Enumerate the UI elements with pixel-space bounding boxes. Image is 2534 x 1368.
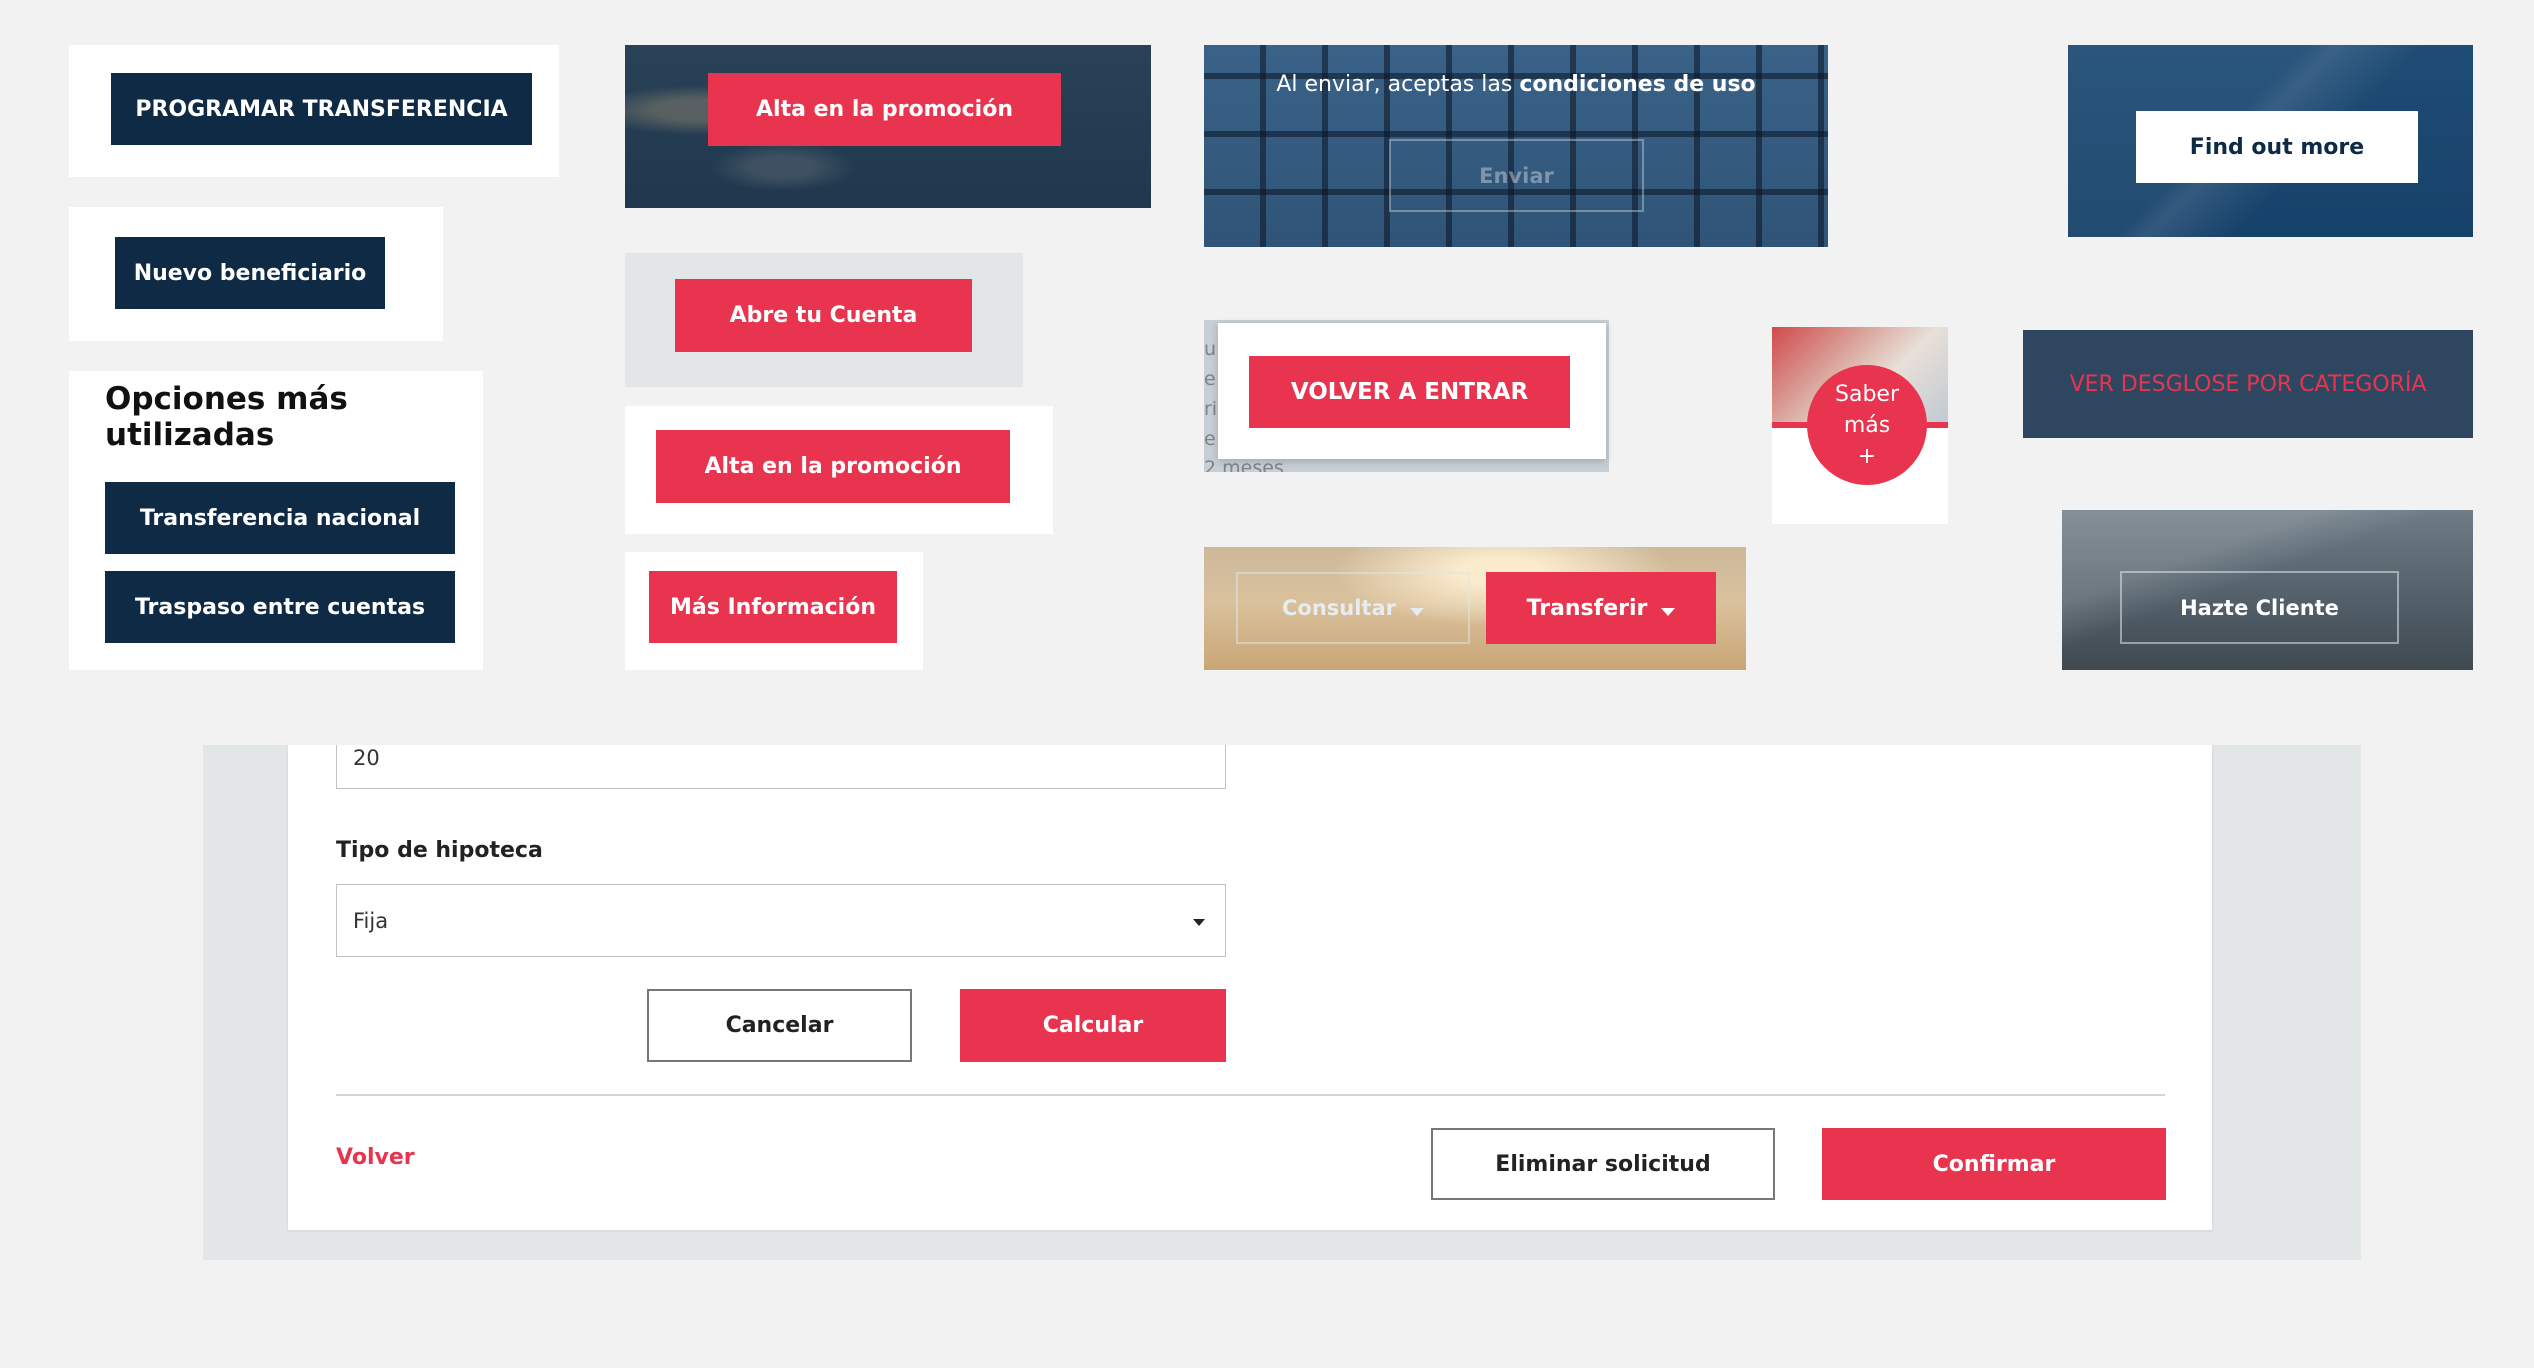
years-input-value: 20 [353, 746, 380, 770]
alta-promocion-button[interactable]: Alta en la promoción [656, 430, 1010, 503]
transferir-label: Transferir [1526, 595, 1648, 621]
traspaso-entre-cuentas-button[interactable]: Traspaso entre cuentas [105, 571, 455, 643]
mortgage-type-value: Fija [353, 908, 389, 933]
cancel-button[interactable]: Cancelar [647, 989, 912, 1062]
opciones-title: Opciones más utilizadas [105, 381, 348, 453]
enviar-button[interactable]: Enviar [1389, 139, 1644, 212]
volver-a-entrar-button[interactable]: VOLVER A ENTRAR [1249, 356, 1570, 428]
consultar-button[interactable]: Consultar [1236, 572, 1470, 644]
plus-icon: + [1857, 443, 1877, 469]
delete-request-button[interactable]: Eliminar solicitud [1431, 1128, 1775, 1200]
caret-down-icon [1193, 919, 1205, 926]
find-out-more-button[interactable]: Find out more [2136, 111, 2418, 183]
form-divider [336, 1094, 2165, 1096]
saber-mas-line2: más [1843, 412, 1891, 438]
transferir-button[interactable]: Transferir [1486, 572, 1716, 644]
saber-mas-button[interactable]: Saber más + [1807, 365, 1927, 485]
mortgage-type-label: Tipo de hipoteca [336, 838, 543, 863]
ver-desglose-categoria-button[interactable]: VER DESGLOSE POR CATEGORÍA [2023, 330, 2473, 438]
relogin-bottom-text: 2 meses [1204, 457, 1284, 472]
transferencia-nacional-button[interactable]: Transferencia nacional [105, 482, 455, 554]
terms-text: Al enviar, aceptas las condiciones de us… [1276, 72, 1756, 97]
abre-tu-cuenta-button[interactable]: Abre tu Cuenta [675, 279, 972, 352]
consultar-label: Consultar [1281, 596, 1396, 620]
chevron-down-icon [1410, 608, 1424, 616]
chevron-down-icon [1661, 608, 1676, 616]
relogin-side-text: u e ri e [1204, 338, 1218, 450]
saber-mas-line1: Saber [1835, 381, 1899, 407]
hazte-cliente-button[interactable]: Hazte Cliente [2120, 571, 2399, 644]
calculate-button[interactable]: Calcular [960, 989, 1226, 1062]
alta-promocion-photo-button[interactable]: Alta en la promoción [708, 73, 1061, 146]
programar-transferencia-button[interactable]: PROGRAMAR TRANSFERENCIA [111, 73, 532, 145]
mortgage-type-select[interactable]: Fija [336, 884, 1226, 957]
back-link[interactable]: Volver [336, 1145, 415, 1170]
mas-informacion-button[interactable]: Más Información [649, 571, 897, 643]
confirm-button[interactable]: Confirmar [1822, 1128, 2166, 1200]
nuevo-beneficiario-button[interactable]: Nuevo beneficiario [115, 237, 385, 309]
form-top-edge [203, 720, 2361, 745]
